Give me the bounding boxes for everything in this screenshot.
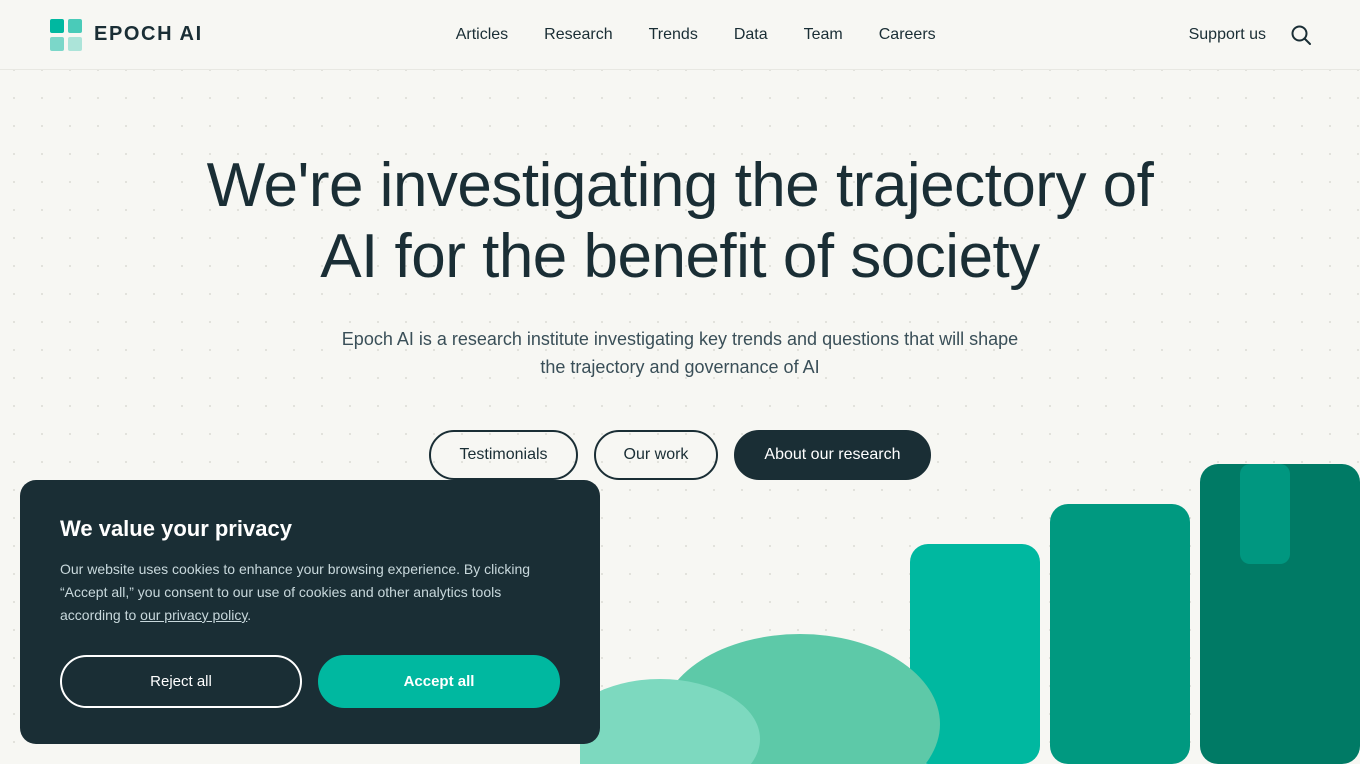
testimonials-button[interactable]: Testimonials	[429, 430, 577, 480]
hero-subtitle: Epoch AI is a research institute investi…	[340, 325, 1020, 383]
nav-data[interactable]: Data	[734, 26, 768, 43]
nav-articles[interactable]: Articles	[456, 26, 508, 43]
logo-link[interactable]: EPOCH AI	[48, 17, 203, 53]
hero-title: We're investigating the trajectory of AI…	[190, 150, 1170, 293]
hero-illustration	[580, 444, 1360, 764]
cookie-body: Our website uses cookies to enhance your…	[60, 558, 560, 627]
nav-careers[interactable]: Careers	[879, 26, 936, 43]
privacy-policy-link[interactable]: our privacy policy	[140, 607, 247, 623]
nav-trends[interactable]: Trends	[649, 26, 698, 43]
cookie-title: We value your privacy	[60, 516, 560, 542]
nav-team[interactable]: Team	[804, 26, 843, 43]
nav-right: Support us	[1189, 24, 1312, 46]
cookie-buttons: Reject all Accept all	[60, 655, 560, 708]
search-button[interactable]	[1290, 24, 1312, 46]
logo-text: EPOCH AI	[94, 23, 203, 46]
cookie-banner: We value your privacy Our website uses c…	[20, 480, 600, 744]
nav-research[interactable]: Research	[544, 26, 612, 43]
logo-icon	[48, 17, 84, 53]
main-nav: EPOCH AI Articles Research Trends Data T…	[0, 0, 1360, 70]
accept-all-button[interactable]: Accept all	[318, 655, 560, 708]
search-icon	[1290, 24, 1312, 46]
nav-links: Articles Research Trends Data Team Caree…	[456, 26, 936, 44]
reject-all-button[interactable]: Reject all	[60, 655, 302, 708]
nav-support[interactable]: Support us	[1189, 26, 1266, 44]
